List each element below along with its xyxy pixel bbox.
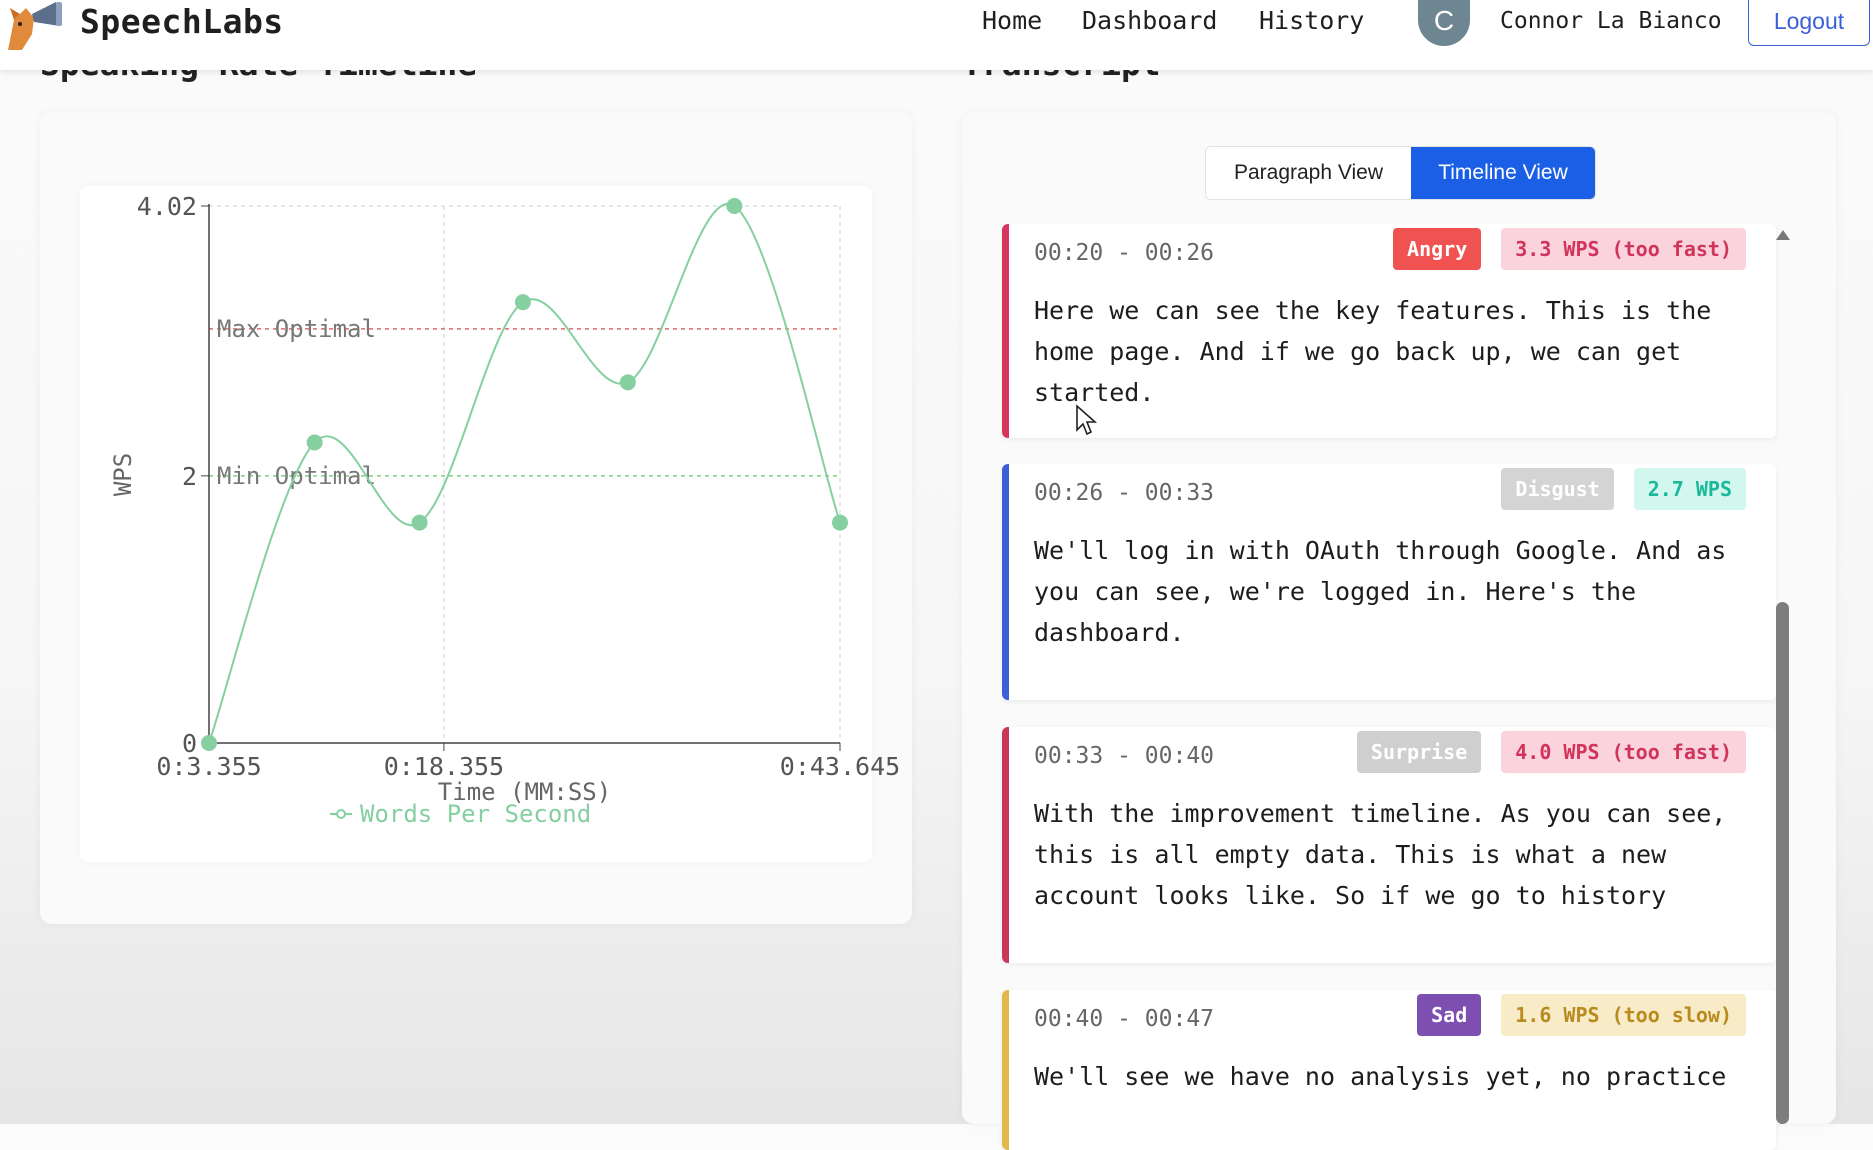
legend-label: Words Per Second — [360, 800, 591, 828]
x-tick-label: 0:18.355 — [384, 752, 504, 781]
speaking-rate-chart: Max OptimalMin Optimal 024.020:3.355 0:18… — [109, 192, 900, 828]
wps-badge: 3.3 WPS (too fast) — [1501, 228, 1746, 270]
y-tick-label: 2 — [182, 462, 197, 491]
view-toggle: Paragraph View Timeline View — [1205, 146, 1596, 200]
scroll-up-arrow-icon[interactable] — [1776, 230, 1790, 240]
timeline-view-button[interactable]: Timeline View — [1411, 147, 1595, 199]
user-name: Connor La Bianco — [1500, 8, 1722, 34]
segment-color-bar — [1002, 224, 1009, 438]
logout-button[interactable]: Logout — [1748, 0, 1870, 46]
segment-time: 00:20 - 00:26 — [1034, 240, 1215, 266]
nav-link-dashboard[interactable]: Dashboard — [1082, 6, 1217, 35]
transcript-segment[interactable]: 00:26 - 00:33 Disgust 2.7 WPS We'll log in … — [1002, 464, 1776, 700]
data-point — [306, 434, 323, 451]
reference-line-label: Max Optimal — [217, 315, 376, 343]
emotion-badge: Disgust — [1501, 468, 1614, 510]
segment-time: 00:40 - 00:47 — [1034, 1006, 1215, 1032]
transcript-segment[interactable]: 00:20 - 00:26 Angry 3.3 WPS (too fast) Here… — [1002, 224, 1776, 438]
data-point — [619, 374, 636, 391]
segment-text: We'll see we have no analysis yet, no pr… — [1034, 1062, 1727, 1091]
x-tick-label: 0:43.645 — [780, 752, 900, 781]
data-point — [514, 294, 531, 311]
segment-text: Here we can see the key features. This i… — [1034, 296, 1712, 407]
segment-color-bar — [1002, 990, 1009, 1150]
navbar: SpeechLabs Home Dashboard History C Conn… — [0, 0, 1873, 70]
avatar[interactable]: C — [1418, 0, 1470, 46]
x-tick-label: 0:3.355 — [156, 752, 261, 781]
data-point — [201, 735, 217, 751]
segment-badges: Sad 1.6 WPS (too slow) — [1417, 994, 1746, 1036]
y-tick-label: 4.02 — [137, 192, 197, 221]
brand-name[interactable]: SpeechLabs — [80, 2, 284, 41]
segment-color-bar — [1002, 727, 1009, 963]
scrollbar-thumb[interactable] — [1776, 602, 1789, 1124]
segment-time: 00:33 - 00:40 — [1034, 743, 1215, 769]
reference-line-label: Min Optimal — [217, 462, 376, 490]
segment-badges: Disgust 2.7 WPS — [1501, 468, 1746, 510]
segment-badges: Angry 3.3 WPS (too fast) — [1393, 228, 1746, 270]
segment-color-bar — [1002, 464, 1009, 700]
segment-badges: Surprise 4.0 WPS (too fast) — [1356, 731, 1746, 773]
segment-text: We'll log in with OAuth through Google. … — [1034, 536, 1727, 647]
nav-link-history[interactable]: History — [1259, 6, 1364, 35]
emotion-badge: Sad — [1417, 994, 1482, 1036]
transcript-segment[interactable]: 00:40 - 00:47 Sad 1.6 WPS (too slow) We'll … — [1002, 990, 1776, 1150]
wps-badge: 4.0 WPS (too fast) — [1501, 731, 1746, 773]
data-point — [726, 198, 743, 214]
megaphone-fox-logo-icon[interactable] — [4, 0, 68, 52]
emotion-badge: Angry — [1393, 228, 1482, 270]
segment-time: 00:26 - 00:33 — [1034, 480, 1215, 506]
data-point — [832, 514, 848, 531]
legend-swatch-marker — [336, 809, 346, 819]
segment-text: With the improvement timeline. As you ca… — [1034, 799, 1727, 910]
paragraph-view-button[interactable]: Paragraph View — [1206, 147, 1411, 199]
nav-link-home[interactable]: Home — [982, 6, 1042, 35]
wps-badge: 2.7 WPS — [1633, 468, 1746, 510]
data-point — [411, 514, 428, 531]
mouse-cursor-icon — [1076, 404, 1098, 436]
y-axis-label: WPS — [109, 453, 137, 496]
emotion-badge: Surprise — [1356, 731, 1482, 773]
transcript-segment[interactable]: 00:33 - 00:40 Surprise 4.0 WPS (too fast) W… — [1002, 727, 1776, 963]
wps-badge: 1.6 WPS (too slow) — [1501, 994, 1746, 1036]
